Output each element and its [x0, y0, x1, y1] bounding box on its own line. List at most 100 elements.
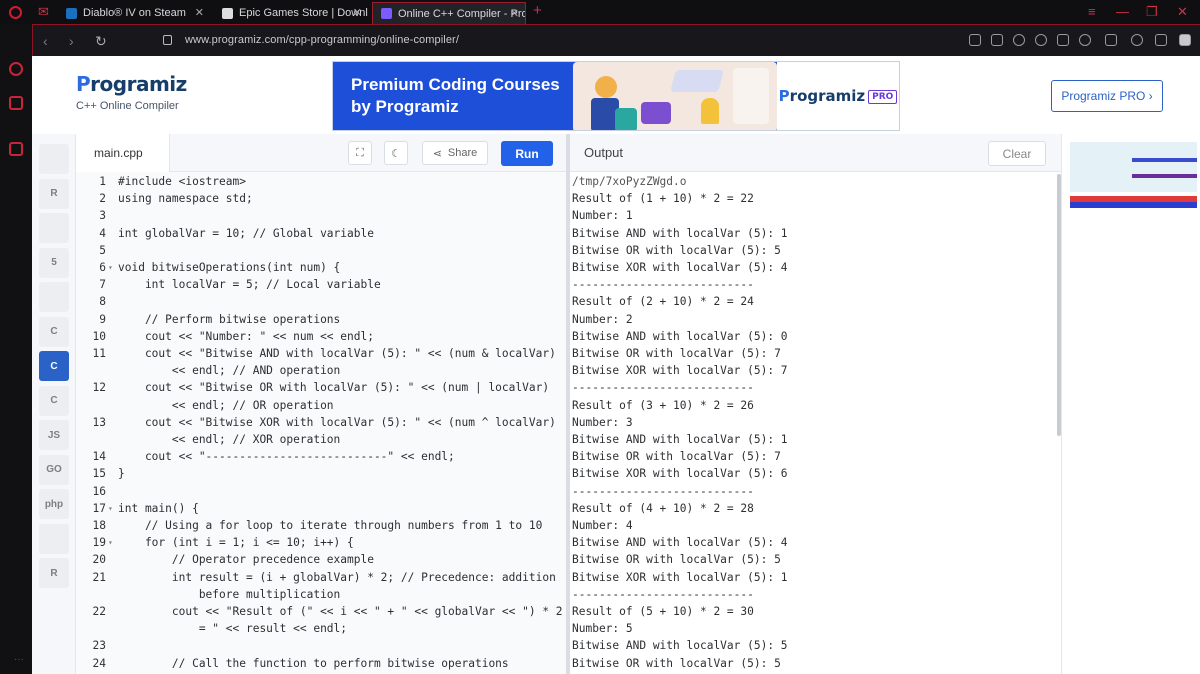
code-line[interactable]: 9 // Perform bitwise operations	[76, 311, 566, 328]
fold-arrow-icon[interactable]: ▾	[108, 534, 113, 551]
code-line[interactable]: 16	[76, 483, 566, 500]
output-title: Output	[584, 145, 624, 160]
speed-dial-icon[interactable]	[9, 62, 23, 76]
close-tab-icon[interactable]: ✕	[353, 6, 362, 19]
menu-icon[interactable]: ≡	[1088, 4, 1096, 19]
swift-icon[interactable]	[39, 523, 69, 554]
shield-icon[interactable]	[1013, 34, 1025, 46]
fullscreen-icon[interactable]: ⛶	[348, 141, 372, 165]
code-line[interactable]: 1 #include <iostream>	[76, 173, 566, 190]
share-button[interactable]: ⋖ Share	[422, 141, 488, 165]
line-number: 2	[99, 192, 106, 206]
programiz-brand[interactable]: Programiz C++ Online Compiler	[76, 72, 187, 112]
line-number: 20	[92, 553, 106, 567]
wallet-icon[interactable]	[9, 96, 23, 110]
profile-icon[interactable]	[1131, 34, 1143, 46]
back-icon[interactable]: ‹	[43, 33, 48, 49]
code-line[interactable]: 3	[76, 207, 566, 224]
maximize-icon[interactable]: ❐	[1146, 4, 1158, 20]
csharp-icon[interactable]: C	[39, 385, 69, 416]
code-editor[interactable]: 1 #include <iostream> 2 using namespace std…	[76, 172, 566, 674]
code-line[interactable]: 4 int globalVar = 10; // Global variable	[76, 225, 566, 242]
code-line[interactable]: 10 cout << "Number: " << num << endl;	[76, 328, 566, 345]
code-line[interactable]: << endl; // AND operation	[76, 362, 566, 379]
code-line[interactable]: 18 // Using a for loop to iterate throug…	[76, 517, 566, 534]
code-line[interactable]: 2 using namespace std;	[76, 190, 566, 207]
code-line[interactable]: 12 cout << "Bitwise OR with localVar (5)…	[76, 379, 566, 396]
code-line[interactable]: 7 int localVar = 5; // Local variable	[76, 276, 566, 293]
history-icon[interactable]	[9, 142, 23, 156]
play-icon[interactable]	[1057, 34, 1069, 46]
forward-icon[interactable]: ›	[69, 33, 74, 49]
share-label: Share	[447, 147, 478, 159]
line-number: 4	[99, 226, 106, 240]
line-number: 9	[99, 312, 106, 326]
url-field[interactable]: www.programiz.com/cpp-programming/online…	[185, 34, 459, 46]
close-tab-icon[interactable]: ✕	[510, 7, 519, 20]
fold-arrow-icon[interactable]: ▾	[108, 500, 113, 517]
line-number: 21	[92, 570, 106, 584]
line-number: 17	[92, 501, 106, 515]
tab-epic[interactable]: Epic Games Store | Downlo ✕	[214, 2, 368, 24]
code-line[interactable]: 24 // Call the function to perform bitwi…	[76, 655, 566, 672]
code-line[interactable]: << endl; // OR operation	[76, 397, 566, 414]
ad-image[interactable]	[1070, 142, 1197, 192]
c-icon[interactable]: C	[39, 316, 69, 347]
run-button[interactable]: Run	[501, 141, 553, 166]
go-icon[interactable]: GO	[39, 454, 69, 485]
code-line[interactable]: 17 ▾ int main() {	[76, 500, 566, 517]
code-line[interactable]: 6 ▾ void bitwiseOperations(int num) {	[76, 259, 566, 276]
output-line: Bitwise OR with localVar (5): 5	[572, 553, 781, 567]
html-icon[interactable]: 5	[39, 247, 69, 278]
tab-programiz[interactable]: Online C++ Compiler - Pro ✕	[372, 2, 526, 24]
minimize-icon[interactable]: —	[1116, 4, 1129, 19]
code-line[interactable]: 15}	[76, 465, 566, 482]
r-icon[interactable]: R	[39, 178, 69, 209]
ad-banner[interactable]: Premium Coding Courses by Programiz Prog…	[332, 61, 900, 131]
cpp-icon[interactable]: C	[39, 351, 69, 381]
camera-icon[interactable]	[991, 34, 1003, 46]
heart-icon[interactable]	[1079, 34, 1091, 46]
code-line[interactable]: = " << result << endl;	[76, 620, 566, 637]
code-line[interactable]: 21 int result = (i + globalVar) * 2; // …	[76, 569, 566, 586]
php-icon[interactable]: php	[39, 489, 69, 519]
fold-arrow-icon[interactable]: ▾	[108, 259, 113, 276]
python-icon[interactable]	[39, 144, 69, 174]
new-tab-icon[interactable]: +	[533, 2, 542, 19]
programiz-pro-button[interactable]: Programiz PRO ›	[1051, 80, 1163, 112]
sql-icon[interactable]	[39, 213, 69, 243]
code-line[interactable]: 14 cout << "---------------------------"…	[76, 448, 566, 465]
cube-icon[interactable]	[1105, 34, 1117, 46]
file-tab[interactable]: main.cpp	[76, 134, 170, 172]
theme-toggle-icon[interactable]: ☾	[384, 141, 408, 165]
ad-stripe	[1132, 158, 1197, 162]
more-icon[interactable]: ···	[14, 654, 24, 665]
code-line[interactable]: 19 ▾ for (int i = 1; i <= 10; i++) {	[76, 534, 566, 551]
clear-button[interactable]: Clear	[988, 141, 1046, 166]
java-icon[interactable]	[39, 282, 69, 312]
battery-icon[interactable]	[1179, 34, 1191, 46]
download-icon[interactable]	[1155, 34, 1167, 46]
reload-icon[interactable]: ↻	[95, 33, 107, 50]
code-line[interactable]: << endl; // XOR operation	[76, 431, 566, 448]
tab-steam[interactable]: Diablo® IV on Steam ✕	[58, 2, 210, 24]
code-line[interactable]: 8	[76, 293, 566, 310]
mail-icon[interactable]: ✉	[38, 4, 49, 20]
code-line[interactable]: 23	[76, 637, 566, 654]
code-line[interactable]: before multiplication	[76, 586, 566, 603]
close-tab-icon[interactable]: ✕	[195, 6, 204, 19]
code-line[interactable]: 22 cout << "Result of (" << i << " + " <…	[76, 603, 566, 620]
code-line[interactable]: 20 // Operator precedence example	[76, 551, 566, 568]
rust-icon[interactable]: R	[39, 558, 69, 588]
output-line: ---------------------------	[572, 278, 754, 292]
edit-icon[interactable]	[969, 34, 981, 46]
code-line[interactable]: 13 cout << "Bitwise XOR with localVar (5…	[76, 414, 566, 431]
close-window-icon[interactable]: ✕	[1177, 4, 1188, 20]
vpn-icon[interactable]	[1035, 34, 1047, 46]
js-icon[interactable]: JS	[39, 420, 69, 450]
right-ad-column	[1061, 134, 1200, 674]
code-line[interactable]: 11 cout << "Bitwise AND with localVar (5…	[76, 345, 566, 362]
output-console[interactable]: /tmp/7xoPyzZWgd.o Result of (1 + 10) * 2 …	[570, 172, 1061, 674]
code-line[interactable]: 5	[76, 242, 566, 259]
opera-logo-icon[interactable]	[9, 6, 22, 19]
